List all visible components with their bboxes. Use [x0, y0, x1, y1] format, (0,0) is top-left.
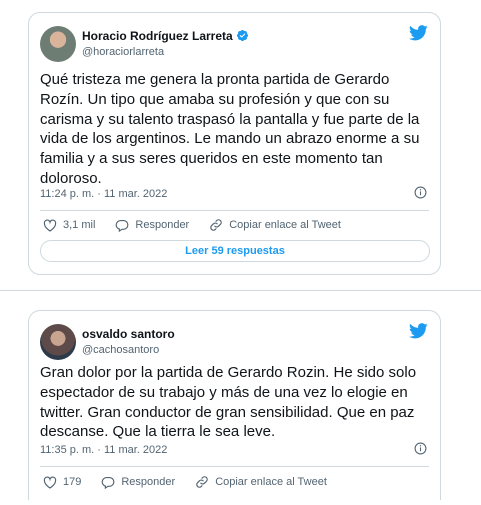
like-count: 3,1 mil — [63, 219, 96, 231]
reply-label: Responder — [121, 476, 176, 488]
author-name-text[interactable]: osvaldo santoro — [82, 327, 175, 341]
tweet-card[interactable]: Horacio Rodríguez Larreta @horaciorlarre… — [28, 12, 441, 275]
divider — [40, 210, 429, 211]
heart-icon — [43, 218, 57, 232]
tweet-timestamp[interactable]: 11:35 p. m. · 11 mar. 2022 — [40, 444, 167, 456]
tweet-actions: 3,1 mil Responder Copiar enlace al Tweet — [43, 218, 361, 232]
author-handle[interactable]: @horaciorlarreta — [82, 46, 164, 58]
author-name-text[interactable]: Horacio Rodríguez Larreta — [82, 29, 233, 43]
avatar[interactable] — [40, 324, 76, 360]
reply-icon — [102, 476, 115, 489]
reply-button[interactable]: Responder — [115, 219, 189, 232]
tweet-actions: 179 Responder Copiar enlace al Tweet — [43, 475, 347, 489]
twitter-bird-icon[interactable] — [409, 323, 428, 339]
info-icon[interactable] — [414, 442, 427, 455]
link-icon — [196, 476, 208, 488]
tweet-timestamp[interactable]: 11:24 p. m. · 11 mar. 2022 — [40, 188, 167, 200]
tweet-text: Qué tristeza me genera la pronta partida… — [40, 71, 420, 187]
like-button[interactable]: 179 — [43, 475, 82, 489]
verified-badge-icon — [236, 29, 248, 42]
copy-link-label: Copiar enlace al Tweet — [229, 219, 341, 231]
info-icon[interactable] — [414, 186, 427, 199]
author-name[interactable]: Horacio Rodríguez Larreta — [82, 29, 249, 43]
reply-icon — [116, 219, 129, 232]
avatar[interactable] — [40, 26, 76, 62]
author-name[interactable]: osvaldo santoro — [82, 327, 175, 341]
author-handle[interactable]: @cachosantoro — [82, 344, 159, 356]
tweet-card[interactable]: osvaldo santoro @cachosantoro Gran dolor… — [28, 310, 441, 500]
divider — [40, 466, 429, 467]
heart-icon — [43, 475, 57, 489]
like-count: 179 — [63, 476, 82, 488]
twitter-bird-icon[interactable] — [409, 25, 428, 41]
copy-link-button[interactable]: Copiar enlace al Tweet — [209, 218, 341, 232]
copy-link-label: Copiar enlace al Tweet — [215, 476, 327, 488]
reply-button[interactable]: Responder — [101, 476, 175, 489]
like-button[interactable]: 3,1 mil — [43, 218, 96, 232]
reply-label: Responder — [135, 219, 190, 231]
link-icon — [210, 219, 223, 231]
tweet-text: Gran dolor por la partida de Gerardo Roz… — [40, 364, 417, 441]
section-divider — [0, 290, 481, 291]
read-replies-button[interactable]: Leer 59 respuestas — [40, 240, 430, 262]
copy-link-button[interactable]: Copiar enlace al Tweet — [195, 475, 327, 489]
